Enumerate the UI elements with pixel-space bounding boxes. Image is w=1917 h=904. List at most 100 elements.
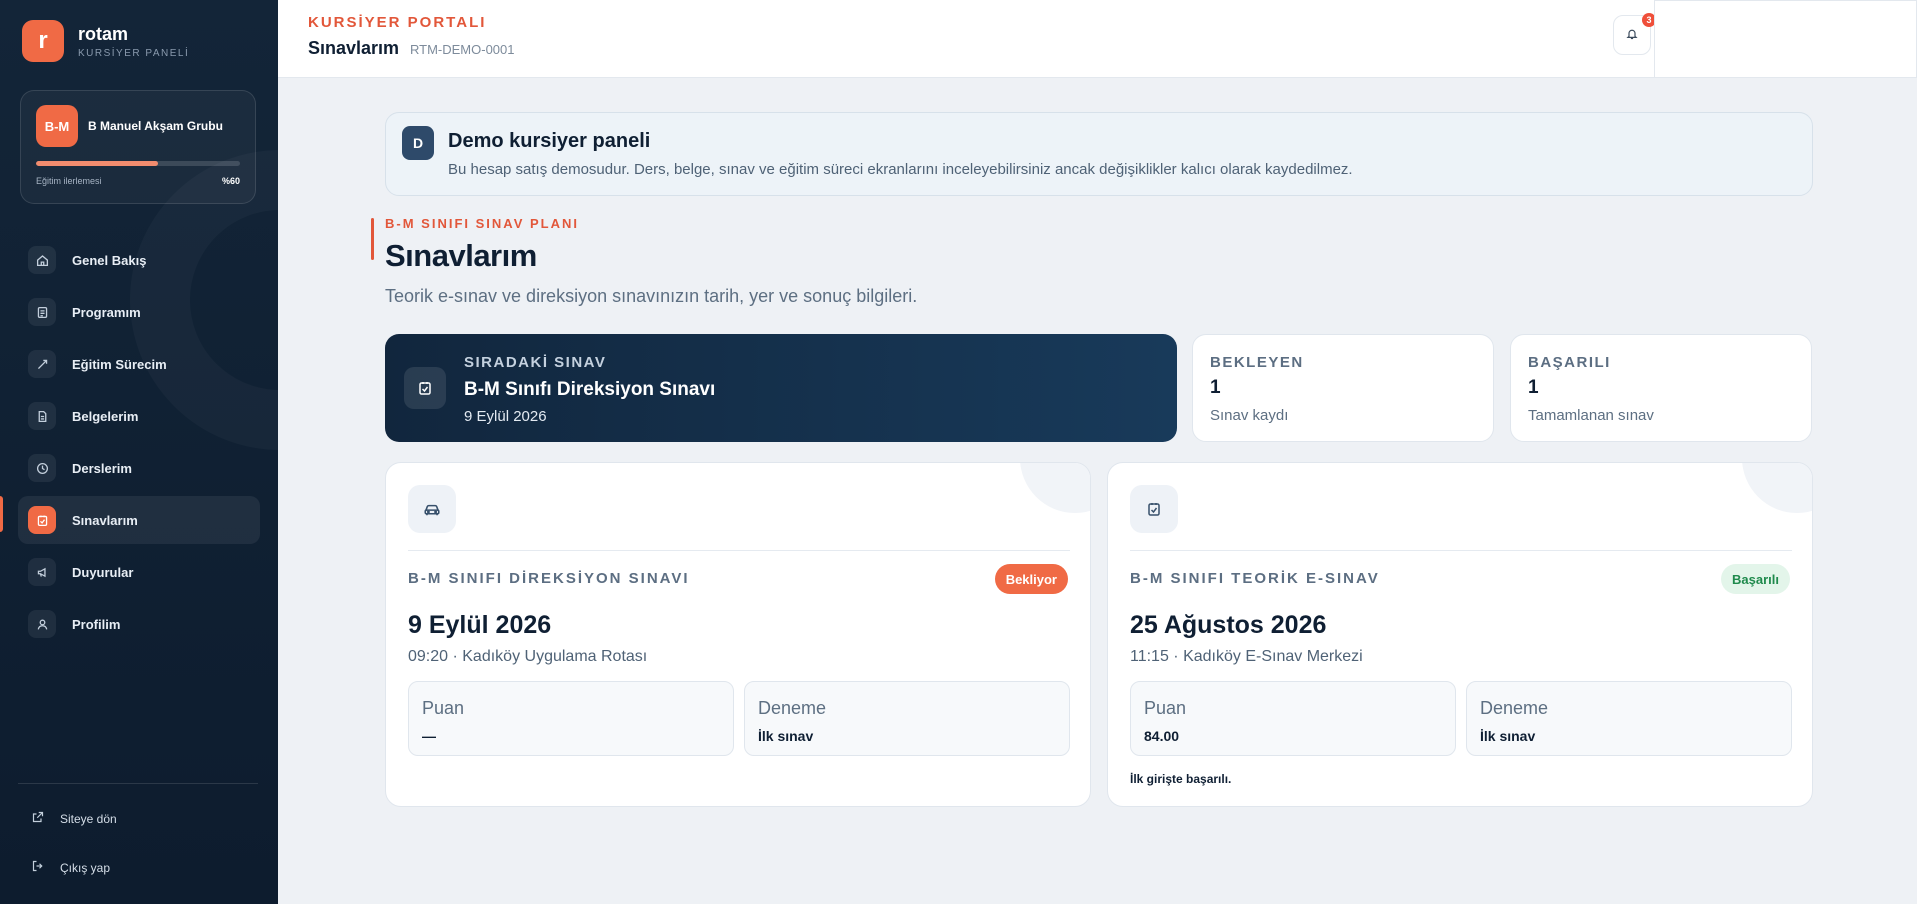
passed-stat-card: BAŞARILI 1 Tamamlanan sınav <box>1510 334 1812 442</box>
logout-link[interactable]: Çıkış yap <box>32 860 110 875</box>
stat-value: 1 <box>1528 377 1539 398</box>
brand-subtitle: KURSİYER PANELİ <box>78 47 190 59</box>
sidebar-item-label: Sınavlarım <box>72 512 138 528</box>
status-badge: Bekliyor <box>994 564 1068 594</box>
sidebar-item-belgelerim[interactable]: Belgelerim <box>18 392 260 440</box>
user-icon <box>28 610 56 638</box>
card-divider <box>1130 550 1792 551</box>
progress-value: %60 <box>221 176 240 186</box>
exam-check-icon <box>1130 485 1178 533</box>
sidebar-item-label: Derslerim <box>72 460 132 476</box>
sidebar-item-label: Programım <box>72 304 141 320</box>
section-subtitle: Teorik e-sınav ve direksiyon sınavınızın… <box>385 286 918 306</box>
pending-stat-card: BEKLEYEN 1 Sınav kaydı <box>1192 334 1494 442</box>
brand[interactable]: r rotam KURSİYER PANELİ <box>22 20 189 62</box>
brand-name: rotam <box>78 23 129 44</box>
group-avatar: B-M <box>36 105 78 147</box>
external-link-icon <box>32 811 48 826</box>
progress-bar <box>36 161 240 166</box>
sidebar-item-label: Genel Bakış <box>72 252 147 268</box>
sidebar-item-genel-bakis[interactable]: Genel Bakış <box>18 236 260 284</box>
attempt-label: Deneme <box>758 698 827 718</box>
next-exam-kicker: SIRADAKİ SINAV <box>464 354 607 371</box>
stat-kicker: BAŞARILI <box>1528 354 1611 371</box>
document-icon <box>28 402 56 430</box>
exam-date: 9 Eylül 2026 <box>408 611 552 639</box>
driving-exam-card: B-M SINIFI DİREKSİYON SINAVI Bekliyor 9 … <box>385 462 1091 807</box>
demo-badge: D <box>402 126 434 160</box>
stat-value: 1 <box>1210 377 1221 398</box>
page-title: Sınavlarım <box>308 38 400 58</box>
back-to-site-label: Siteye dön <box>60 811 117 826</box>
card-divider <box>408 550 1070 551</box>
card-decoration <box>1742 463 1812 513</box>
section-accent-bar <box>371 218 374 260</box>
sidebar-divider <box>18 783 258 784</box>
sidebar-nav: Genel Bakış Programım Eğitim Sürecim Bel… <box>18 236 260 652</box>
stat-kicker: BEKLEYEN <box>1210 354 1304 371</box>
score-label: Puan <box>422 698 465 718</box>
sidebar-item-egitim-surecim[interactable]: Eğitim Sürecim <box>18 340 260 388</box>
exam-time-location: 09:20 · Kadıköy Uygulama Rotası <box>408 648 648 665</box>
score-box: Puan — <box>408 681 734 756</box>
demo-banner: D Demo kursiyer paneli Bu hesap satış de… <box>385 112 1813 196</box>
logout-icon <box>32 860 48 875</box>
schedule-icon <box>28 298 56 326</box>
home-icon <box>28 246 56 274</box>
attempt-value: İlk sınav <box>758 728 814 744</box>
sidebar-item-derslerim[interactable]: Derslerim <box>18 444 260 492</box>
group-name: B Manuel Akşam Grubu <box>88 119 223 133</box>
exam-check-icon <box>28 506 56 534</box>
attempt-box: Deneme İlk sınav <box>1466 681 1792 756</box>
theory-exam-card: B-M SINIFI TEORİK E-SINAV Başarılı 25 Ağ… <box>1107 462 1813 807</box>
next-exam-title: B-M Sınıfı Direksiyon Sınavı <box>464 379 716 400</box>
score-label: Puan <box>1144 698 1187 718</box>
stat-description: Sınav kaydı <box>1210 407 1289 424</box>
attempt-value: İlk sınav <box>1480 728 1536 744</box>
progress-label: Eğitim ilerlemesi <box>36 176 102 186</box>
attempt-label: Deneme <box>1480 698 1549 718</box>
sidebar-item-label: Belgelerim <box>72 408 139 424</box>
top-header: KURSİYER PORTALI Sınavlarım RTM-DEMO-000… <box>278 0 1917 78</box>
brand-logo: r <box>22 20 64 62</box>
exam-note: İlk girişte başarılı. <box>1130 772 1232 786</box>
sidebar-item-profilim[interactable]: Profilim <box>18 600 260 648</box>
next-exam-date: 9 Eylül 2026 <box>464 408 547 425</box>
exam-type: B-M SINIFI TEORİK E-SINAV <box>1130 570 1380 587</box>
exam-type: B-M SINIFI DİREKSİYON SINAVI <box>408 570 690 587</box>
next-exam-card[interactable]: SIRADAKİ SINAV B-M Sınıfı Direksiyon Sın… <box>385 334 1177 442</box>
back-to-site-link[interactable]: Siteye dön <box>32 811 117 826</box>
active-nav-marker <box>0 496 3 532</box>
sidebar-item-programim[interactable]: Programım <box>18 288 260 336</box>
student-code: RTM-DEMO-0001 <box>410 42 515 57</box>
sidebar-item-label: Duyurular <box>72 564 134 580</box>
sidebar-item-duyurular[interactable]: Duyurular <box>18 548 260 596</box>
header-kicker: KURSİYER PORTALI <box>308 14 487 31</box>
exam-date: 25 Ağustos 2026 <box>1130 611 1327 639</box>
sidebar: r rotam KURSİYER PANELİ B-M B Manuel Akş… <box>0 0 278 904</box>
section-kicker: B-M SINIFI SINAV PLANI <box>385 216 579 231</box>
attempt-box: Deneme İlk sınav <box>744 681 1070 756</box>
section-title: Sınavlarım <box>385 238 537 273</box>
status-badge: Başarılı <box>1721 564 1790 594</box>
stat-description: Tamamlanan sınav <box>1528 407 1654 424</box>
megaphone-icon <box>28 558 56 586</box>
clock-icon <box>28 454 56 482</box>
card-decoration <box>1020 463 1090 513</box>
progress-bar-fill <box>36 161 159 166</box>
score-box: Puan 84.00 <box>1130 681 1456 756</box>
sidebar-item-sinavlarim[interactable]: Sınavlarım <box>18 496 260 544</box>
demo-text: Bu hesap satış demosudur. Ders, belge, s… <box>448 161 1353 178</box>
route-icon <box>28 350 56 378</box>
exam-time-location: 11:15 · Kadıköy E-Sınav Merkezi <box>1130 648 1363 665</box>
bell-icon <box>1626 28 1638 43</box>
progress-card: B-M B Manuel Akşam Grubu Eğitim ilerleme… <box>20 90 256 204</box>
score-value: — <box>422 728 436 744</box>
score-value: 84.00 <box>1144 728 1180 744</box>
profile-area[interactable] <box>1654 0 1917 78</box>
sidebar-item-label: Eğitim Sürecim <box>72 356 167 372</box>
logout-label: Çıkış yap <box>60 860 111 875</box>
exam-check-icon <box>404 367 446 409</box>
car-icon <box>408 485 456 533</box>
demo-title: Demo kursiyer paneli <box>448 130 651 152</box>
